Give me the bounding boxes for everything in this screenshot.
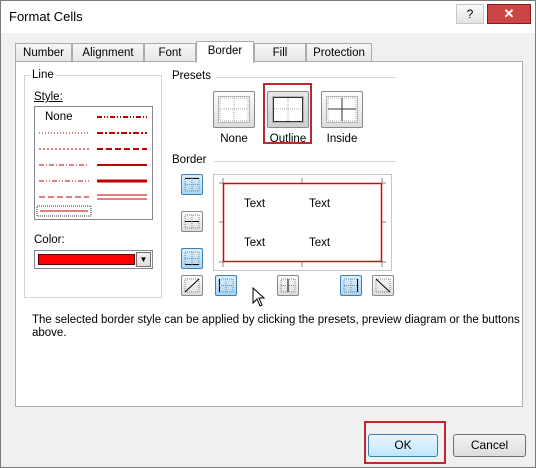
- preset-outline-button[interactable]: [267, 91, 309, 128]
- border-inside-vertical-button[interactable]: [277, 275, 299, 296]
- title-bar: Format Cells ? ✕: [1, 1, 535, 33]
- tab-protection[interactable]: Protection: [306, 43, 372, 62]
- dialog-title: Format Cells: [9, 9, 83, 24]
- preset-inside-label: Inside: [326, 133, 358, 145]
- border-tab-panel: Line Style: None Color: ▼ Presets None O…: [15, 61, 523, 407]
- mouse-cursor-icon: [252, 287, 266, 307]
- preset-outline-label: Outline: [269, 133, 307, 145]
- color-dropdown[interactable]: ▼: [34, 250, 153, 269]
- tab-number[interactable]: Number: [15, 43, 72, 62]
- preview-text-top-right: Text: [309, 198, 331, 210]
- description-text: The selected border style can be applied…: [32, 314, 520, 339]
- tab-border[interactable]: Border: [196, 41, 254, 63]
- tab-font[interactable]: Font: [144, 43, 196, 62]
- border-left-button[interactable]: [215, 275, 237, 296]
- preset-none-icon: [218, 96, 250, 123]
- style-label: Style:: [34, 91, 63, 103]
- border-inside-vertical-icon: [280, 278, 296, 293]
- border-diagonal-up-button[interactable]: [181, 275, 203, 296]
- help-button[interactable]: ?: [456, 4, 484, 24]
- color-swatch: [38, 254, 135, 265]
- preview-borders[interactable]: [214, 175, 391, 270]
- chevron-down-icon[interactable]: ▼: [136, 252, 151, 267]
- border-preview[interactable]: Text Text Text Text: [213, 174, 392, 271]
- diagonal-down-icon: [375, 278, 391, 293]
- preview-text-bottom-left: Text: [244, 237, 266, 249]
- line-style-samples[interactable]: [35, 107, 152, 219]
- preset-inside-button[interactable]: [321, 91, 363, 128]
- border-diagonal-down-button[interactable]: [372, 275, 394, 296]
- preset-none-label: None: [220, 133, 248, 145]
- border-right-icon: [343, 278, 359, 293]
- line-style-list[interactable]: None: [34, 106, 153, 220]
- border-top-icon: [184, 177, 200, 192]
- presets-divider: [216, 77, 396, 78]
- presets-label: Presets: [172, 70, 211, 82]
- border-divider: [214, 161, 396, 162]
- color-label: Color:: [34, 234, 65, 246]
- ok-button[interactable]: OK: [368, 434, 438, 457]
- tab-alignment[interactable]: Alignment: [72, 43, 144, 62]
- preview-text-bottom-right: Text: [309, 237, 331, 249]
- border-bottom-button[interactable]: [181, 248, 203, 269]
- border-section-label: Border: [172, 154, 207, 166]
- line-group-label: Line: [30, 69, 56, 81]
- preset-outline-icon: [272, 96, 304, 123]
- border-right-button[interactable]: [340, 275, 362, 296]
- border-inside-horizontal-icon: [184, 214, 200, 229]
- preset-none-button[interactable]: [213, 91, 255, 128]
- format-cells-dialog: Format Cells ? ✕ Number Alignment Font B…: [0, 0, 536, 468]
- border-left-icon: [218, 278, 234, 293]
- close-button[interactable]: ✕: [487, 4, 531, 24]
- border-top-button[interactable]: [181, 174, 203, 195]
- tab-fill[interactable]: Fill: [254, 43, 306, 62]
- diagonal-up-icon: [184, 278, 200, 293]
- cancel-button[interactable]: Cancel: [453, 434, 526, 457]
- border-bottom-icon: [184, 251, 200, 266]
- preset-inside-icon: [326, 96, 358, 123]
- preview-text-top-left: Text: [244, 198, 266, 210]
- border-inside-horizontal-button[interactable]: [181, 211, 203, 232]
